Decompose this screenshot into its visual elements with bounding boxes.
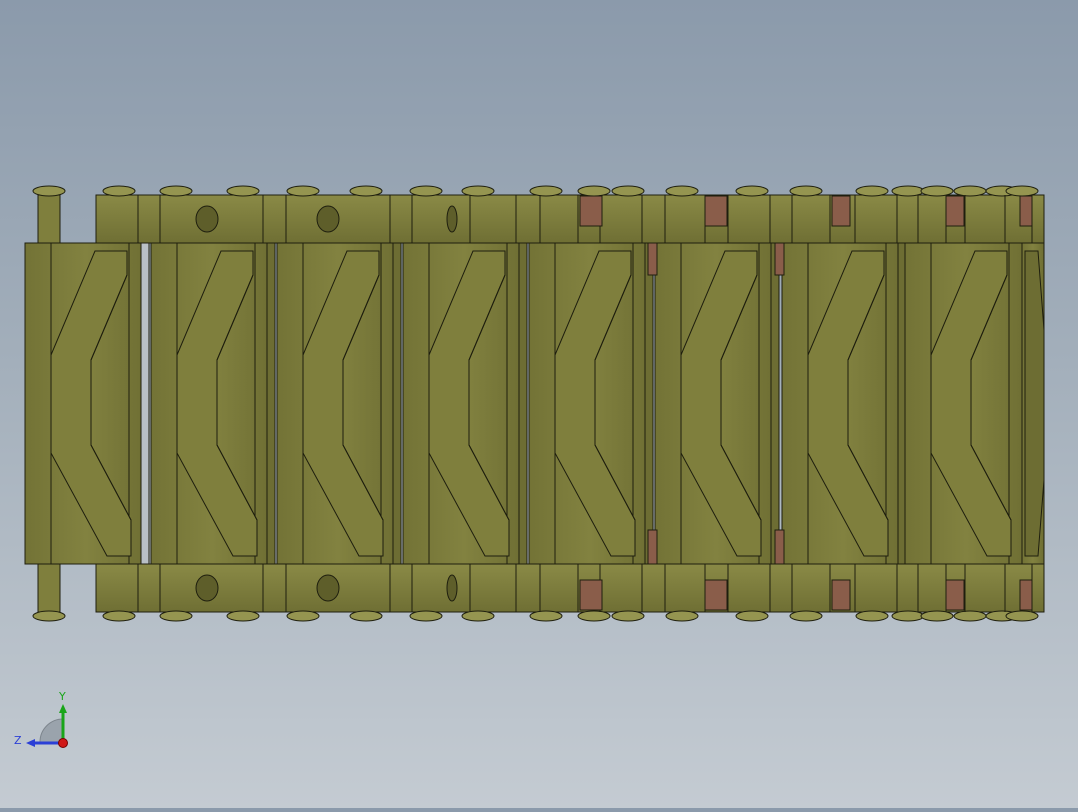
link-gap	[140, 242, 150, 565]
rail-cap-top	[953, 185, 987, 197]
graphics-viewport[interactable]: Y Z	[0, 0, 1078, 808]
rail-pin-head-bottom	[195, 574, 219, 602]
link-gap	[770, 242, 780, 565]
rail-pin-head-bottom	[316, 574, 340, 602]
rail-cap-top	[577, 185, 611, 197]
left-pin-bottom	[37, 563, 61, 613]
coordinate-triad: Y Z	[14, 690, 68, 748]
rail-cap-bottom	[102, 610, 136, 622]
rail-cap-bottom	[461, 610, 495, 622]
rail-cap-top	[226, 185, 260, 197]
triad-y-label: Y	[58, 690, 66, 703]
link-gap	[518, 242, 528, 565]
link-gap	[266, 242, 276, 565]
triad-z-arrowhead	[26, 739, 35, 747]
rail-cap-top	[789, 185, 823, 197]
triad-y-arrowhead	[59, 704, 67, 713]
left-pin-cap-top	[32, 185, 66, 197]
rail-cap-top	[611, 185, 645, 197]
chain-link-crossbar	[1024, 250, 1045, 557]
rail-joint-bottom	[579, 579, 603, 611]
rail-joint-top	[945, 195, 965, 227]
rail-joint-bottom	[704, 579, 728, 611]
rail-cap-top	[891, 185, 925, 197]
rail-cap-top	[920, 185, 954, 197]
rail-cap-bottom	[855, 610, 889, 622]
link-gap	[644, 242, 654, 565]
rail-cap-top	[102, 185, 136, 197]
rail-cap-bottom	[735, 610, 769, 622]
rail-pin-head-top	[195, 205, 219, 233]
rail-cap-top	[855, 185, 889, 197]
rail-cap-bottom	[665, 610, 699, 622]
rail-joint-bottom	[1019, 579, 1033, 611]
rail-cap-bottom	[226, 610, 260, 622]
rail-joint-top	[579, 195, 603, 227]
rail-cap-bottom	[159, 610, 193, 622]
rail-pin-head-top	[316, 205, 340, 233]
rail-cap-bottom	[611, 610, 645, 622]
rail-joint-top	[704, 195, 728, 227]
chain-links-group	[24, 185, 1045, 622]
rail-joint-top	[831, 195, 851, 227]
bottom-side-rail	[95, 563, 1045, 613]
rail-cap-top	[461, 185, 495, 197]
rail-joint-top	[1019, 195, 1033, 227]
left-pin-top	[37, 194, 61, 244]
rail-joint-bottom	[945, 579, 965, 611]
rail-pin-head-top	[446, 205, 458, 233]
rail-cap-top	[409, 185, 443, 197]
rail-cap-top	[665, 185, 699, 197]
rail-cap-bottom	[529, 610, 563, 622]
rail-cap-bottom	[789, 610, 823, 622]
rail-cap-bottom	[409, 610, 443, 622]
rail-cap-top	[1005, 185, 1039, 197]
link-joint-strip	[774, 529, 785, 565]
top-side-rail	[95, 194, 1045, 244]
rail-cap-bottom	[920, 610, 954, 622]
rail-joint-bottom	[831, 579, 851, 611]
triad-arc-shade	[39, 718, 64, 743]
rail-cap-top	[735, 185, 769, 197]
link-gap	[392, 242, 402, 565]
rail-cap-top	[349, 185, 383, 197]
rail-cap-bottom	[891, 610, 925, 622]
rail-cap-top	[159, 185, 193, 197]
triad-x-axis-dot	[58, 738, 68, 748]
link-joint-strip	[647, 529, 658, 565]
rail-cap-bottom	[953, 610, 987, 622]
link-joint-strip	[774, 242, 785, 276]
rail-cap-top	[529, 185, 563, 197]
cable-chain-model[interactable]	[0, 0, 1078, 808]
rail-cap-bottom	[577, 610, 611, 622]
rail-cap-bottom	[1005, 610, 1039, 622]
link-joint-strip	[647, 242, 658, 276]
rail-cap-top	[286, 185, 320, 197]
left-pin-cap-bottom	[32, 610, 66, 622]
rail-pin-head-bottom	[446, 574, 458, 602]
rail-cap-bottom	[349, 610, 383, 622]
rail-cap-bottom	[286, 610, 320, 622]
triad-z-label: Z	[14, 734, 22, 747]
